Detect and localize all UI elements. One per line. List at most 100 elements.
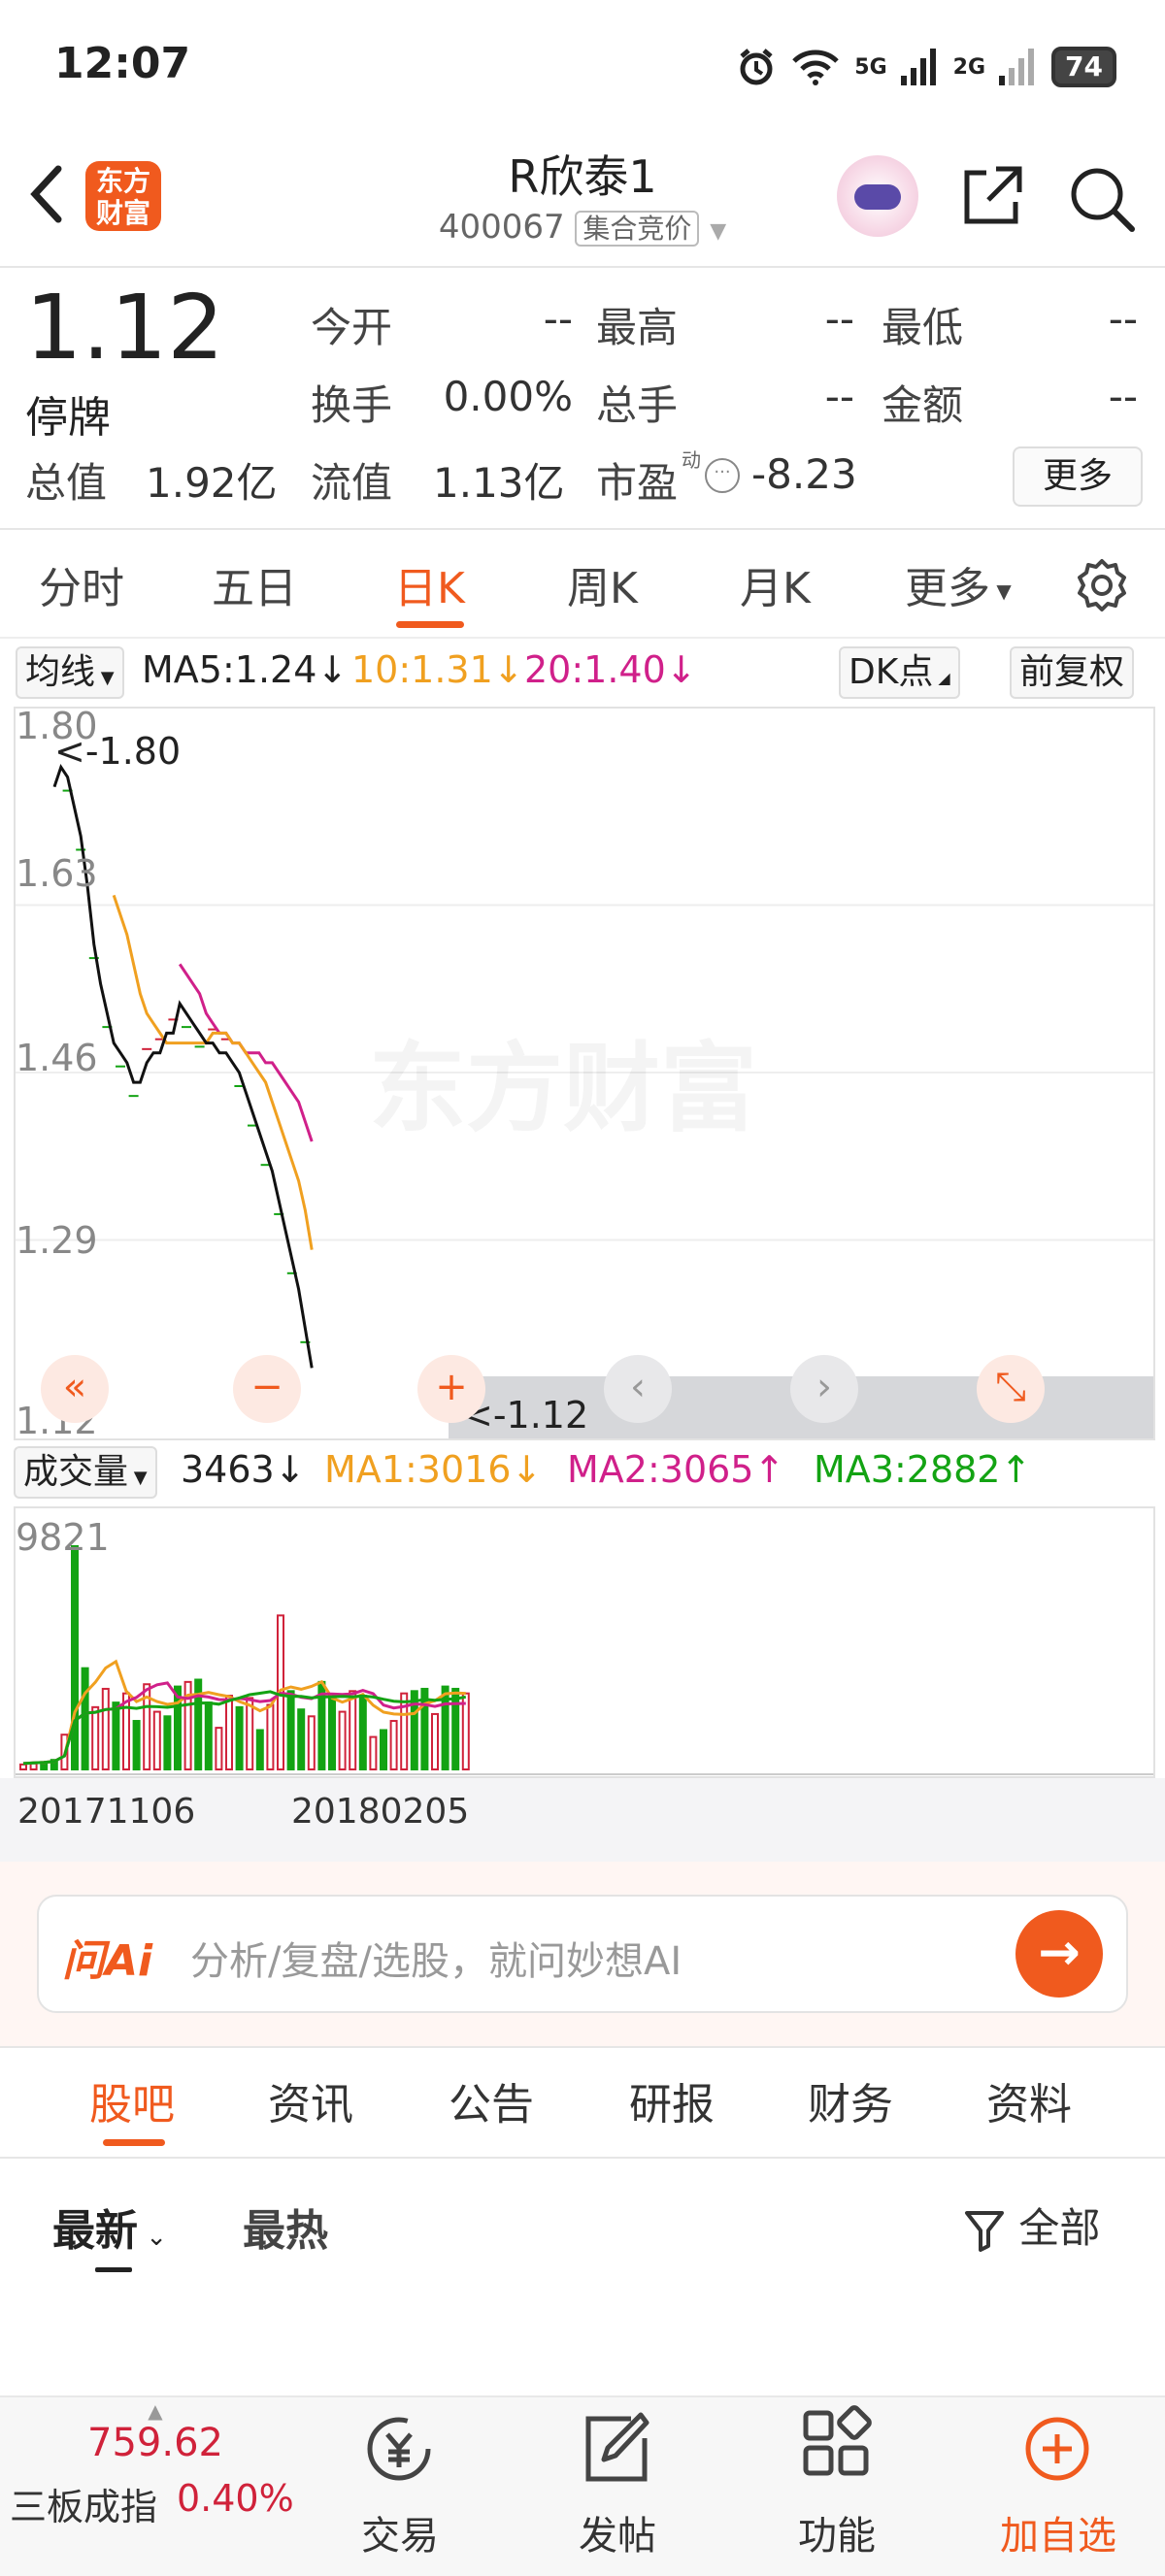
- nav-trade[interactable]: 交易: [303, 2504, 497, 2560]
- nav-add-watchlist[interactable]: 加自选: [961, 2504, 1155, 2560]
- adjust-button[interactable]: 前复权: [1010, 646, 1135, 699]
- quote-label-open: 今开: [311, 304, 393, 351]
- scroll-right-button[interactable]: ›: [790, 1355, 858, 1423]
- caret-down-icon: ▼: [990, 579, 1012, 603]
- nav-post[interactable]: 发帖: [520, 2504, 715, 2560]
- volume-chart[interactable]: [14, 1506, 1155, 1778]
- corner-caret-icon: ◢: [933, 669, 950, 687]
- quote-value-low: --: [1108, 295, 1138, 343]
- more-quote-button[interactable]: 更多: [1013, 446, 1143, 507]
- active-tab-indicator: [396, 621, 464, 628]
- add-circle-icon[interactable]: [1014, 2405, 1101, 2493]
- volume-bar: [328, 1695, 336, 1770]
- tab-intraday[interactable]: 分时: [39, 553, 124, 615]
- ai-input-placeholder[interactable]: 分析/复盘/选股，就问妙想AI: [190, 1930, 682, 1986]
- quote-value-high: --: [824, 295, 854, 343]
- halt-status: 停牌: [25, 393, 111, 443]
- volume-bar: [246, 1697, 254, 1770]
- share-icon[interactable]: [957, 161, 1027, 231]
- dk-point-label: DK点: [849, 652, 934, 692]
- volume-bar: [286, 1690, 295, 1770]
- current-price: 1.12: [25, 276, 224, 380]
- tab-weekly-k[interactable]: 周K: [567, 553, 638, 615]
- gear-icon[interactable]: [1074, 557, 1130, 613]
- ma5-value: MA5:1.24: [142, 648, 317, 691]
- tab-news[interactable]: 资讯: [268, 2069, 353, 2131]
- indicator-selector[interactable]: 均线 ▼: [16, 646, 124, 699]
- volume-bar: [297, 1708, 306, 1770]
- zoom-out-button[interactable]: −: [233, 1355, 301, 1423]
- compose-post-icon[interactable]: [573, 2405, 660, 2493]
- vol-ma3-value: MA3:2882: [814, 1448, 1001, 1491]
- ma10-value: 10:1.31: [351, 648, 493, 691]
- trading-phase-badge: 集合竞价: [575, 211, 700, 247]
- nav-functions[interactable]: 功能: [740, 2504, 934, 2560]
- quote-label-turnover: 换手: [311, 381, 393, 429]
- stock-code: 400067: [438, 208, 565, 247]
- volume-bar: [204, 1701, 213, 1770]
- arrow-down-icon: ↓: [511, 1448, 543, 1491]
- tab-announcements[interactable]: 公告: [449, 2069, 534, 2131]
- volume-bar: [81, 1667, 89, 1770]
- volume-indicator-selector[interactable]: 成交量 ▼: [14, 1446, 157, 1499]
- quote-label-low: 最低: [882, 304, 964, 351]
- volume-number: 3463: [181, 1448, 275, 1491]
- volume-bar: [101, 1687, 110, 1771]
- tab-more[interactable]: 更多 ▼: [905, 553, 1012, 615]
- stock-code-row[interactable]: 400067 集合竞价 ▼: [388, 208, 777, 247]
- search-icon[interactable]: [1064, 161, 1138, 235]
- ai-submit-button[interactable]: →: [1015, 1910, 1103, 1998]
- tab-five-day[interactable]: 五日: [212, 553, 297, 615]
- vol-ma1-label: MA1:3016↓: [324, 1448, 542, 1491]
- watermark: 东方财富: [369, 1009, 757, 1150]
- index-name[interactable]: 三板成指: [10, 2477, 157, 2530]
- volume-bar: [338, 1710, 347, 1771]
- sort-indicator: [95, 2267, 132, 2272]
- tab-finance[interactable]: 财务: [808, 2069, 893, 2131]
- index-value[interactable]: 759.62: [58, 2421, 252, 2465]
- float-value: 1.13亿: [433, 459, 565, 507]
- volume-bar: [389, 1720, 398, 1771]
- filter-button[interactable]: 全部: [963, 2196, 1100, 2255]
- apps-grid-icon[interactable]: [792, 2405, 880, 2493]
- caret-up-icon: ▲: [148, 2399, 163, 2423]
- ai-logo: 问Ai: [62, 1936, 153, 1986]
- ai-robot-avatar[interactable]: [837, 155, 918, 237]
- sort-latest[interactable]: 最新 ⌄: [52, 2196, 167, 2258]
- divider: [0, 2157, 1165, 2159]
- sort-hot[interactable]: 最热: [243, 2196, 328, 2258]
- stock-title: R欣泰1: [508, 150, 657, 203]
- app-logo[interactable]: 东方财富: [85, 161, 161, 231]
- tab-guba[interactable]: 股吧: [89, 2069, 175, 2131]
- alarm-icon: [740, 49, 773, 85]
- fullscreen-button[interactable]: ⤡: [977, 1355, 1045, 1423]
- tab-daily-k[interactable]: 日K: [394, 553, 465, 615]
- scroll-left-fast-button[interactable]: «: [41, 1355, 109, 1423]
- tab-profile[interactable]: 资料: [986, 2069, 1072, 2131]
- pe-value: -8.23: [751, 450, 857, 498]
- volume-bar: [163, 1715, 172, 1770]
- pe-info-icon[interactable]: ···: [705, 458, 740, 493]
- caret-down-icon: ▼: [95, 668, 115, 688]
- divider: [0, 2046, 1165, 2048]
- battery-icon: 74: [1051, 47, 1116, 87]
- caret-down-icon: ▼: [128, 1468, 148, 1488]
- arrow-down-icon: ↓: [274, 1448, 306, 1491]
- vol-ma2-label: MA2:3065↑: [567, 1448, 784, 1491]
- arrow-up-icon: ↑: [753, 1448, 785, 1491]
- index-change: 0.40%: [177, 2477, 294, 2520]
- signal-5g-label: 5G: [854, 54, 887, 80]
- divider: [0, 528, 1165, 530]
- scroll-left-button[interactable]: ‹: [604, 1355, 672, 1423]
- back-button[interactable]: [21, 155, 80, 243]
- trade-yen-icon[interactable]: [355, 2405, 443, 2493]
- pe-dynamic-sup: 动: [682, 448, 701, 472]
- y-tick-label: 1.29: [16, 1219, 98, 1262]
- zoom-in-button[interactable]: +: [417, 1355, 485, 1423]
- dk-point-button[interactable]: DK点 ◢: [839, 646, 960, 699]
- ma20-label: 20:1.40↓: [524, 648, 697, 691]
- quote-label-amount: 金额: [882, 381, 964, 429]
- filter-label: 全部: [1018, 2204, 1101, 2252]
- tab-monthly-k[interactable]: 月K: [740, 553, 811, 615]
- tab-research[interactable]: 研报: [629, 2069, 715, 2131]
